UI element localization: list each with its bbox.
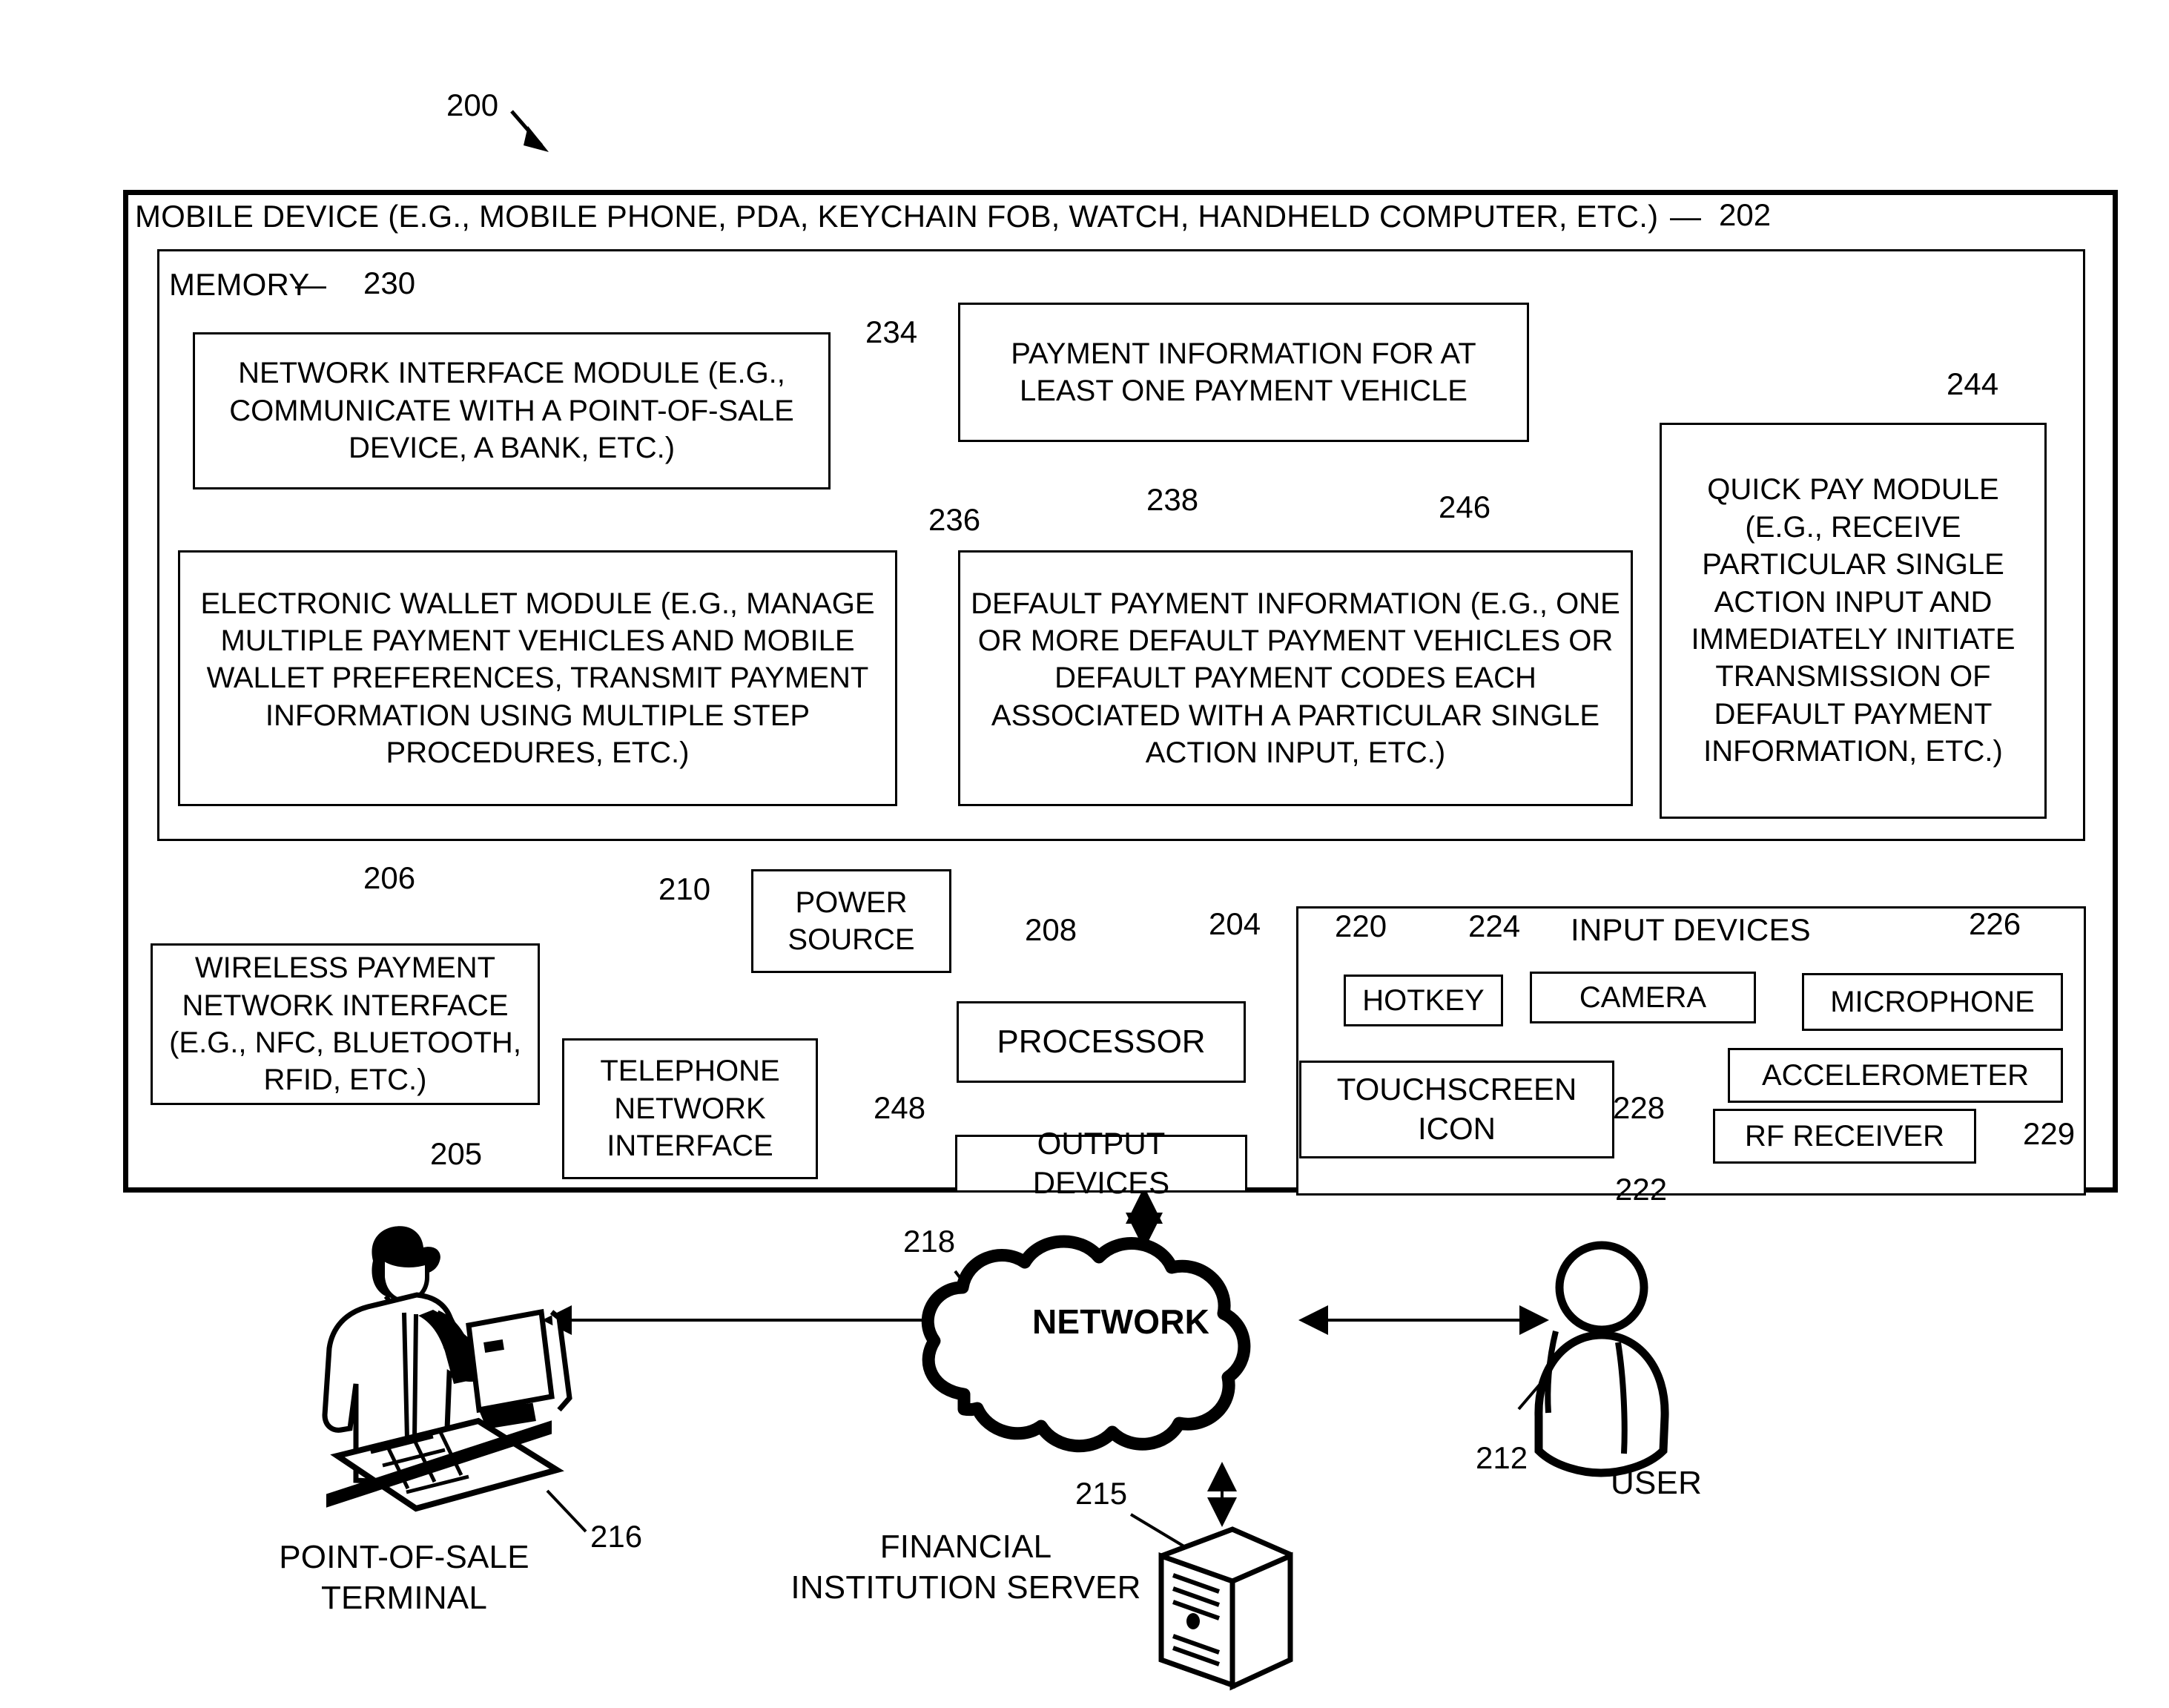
- processor-ref: 208: [1025, 912, 1077, 947]
- point-of-sale-terminal-label: POINT-OF-SALE TERMINAL: [279, 1539, 529, 1616]
- hotkey-ref: 220: [1335, 909, 1387, 943]
- microphone-label: MICROPHONE: [1830, 985, 2035, 1018]
- power-source-ref: 210: [658, 871, 711, 906]
- power-source-box: POWER SOURCE: [751, 869, 951, 973]
- telephone-network-interface-text: TELEPHONE NETWORK INTERFACE: [600, 1055, 780, 1163]
- network-label: NETWORK: [1032, 1302, 1210, 1341]
- input-devices-ref: 204: [1209, 906, 1261, 941]
- patent-figure-200: 200 MOBILE DEVICE (E.G., MOBILE PHONE, P…: [0, 0, 2169, 1708]
- mobile-device-ref: 202: [1719, 197, 1772, 232]
- point-of-sale-terminal-ref: 216: [590, 1519, 643, 1554]
- financial-institution-server-label: FINANCIAL INSTITUTION SERVER: [790, 1529, 1141, 1606]
- financial-institution-server-ref: 215: [1075, 1476, 1128, 1511]
- accelerometer-ref: 228: [1613, 1090, 1665, 1125]
- output-devices-box: OUTPUT DEVICES: [955, 1126, 1247, 1200]
- output-devices-ref: 248: [874, 1090, 926, 1125]
- network-interface-module-box: NETWORK INTERFACE MODULE (E.G., COMMUNIC…: [193, 332, 831, 489]
- network-interface-module-ref: 234: [865, 314, 918, 349]
- rf-receiver-ref: 229: [2023, 1116, 2076, 1151]
- electronic-wallet-module-text: ELECTRONIC WALLET MODULE (E.G., MANAGE M…: [200, 587, 875, 770]
- processor-text: PROCESSOR: [997, 1023, 1206, 1061]
- microphone-ref: 226: [1969, 906, 2021, 941]
- rf-receiver-label: RF RECEIVER: [1745, 1119, 1944, 1153]
- default-payment-information-box: DEFAULT PAYMENT INFORMATION (E.G., ONE O…: [958, 550, 1633, 806]
- wireless-payment-network-interface-ref: 206: [363, 860, 416, 895]
- camera-box: CAMERA: [1530, 972, 1756, 1023]
- camera-ref: 224: [1468, 909, 1521, 943]
- quick-pay-module-text: QUICK PAY MODULE (E.G., RECEIVE PARTICUL…: [1691, 473, 2016, 768]
- user-label: USER: [1611, 1465, 1703, 1501]
- microphone-box: MICROPHONE: [1802, 973, 2063, 1031]
- quick-pay-module-box: QUICK PAY MODULE (E.G., RECEIVE PARTICUL…: [1660, 423, 2047, 819]
- network-interface-module-text: NETWORK INTERFACE MODULE (E.G., COMMUNIC…: [229, 357, 794, 465]
- touchscreen-icon-label: TOUCHSCREEN ICON: [1336, 1072, 1577, 1146]
- accelerometer-box: ACCELEROMETER: [1728, 1048, 2063, 1103]
- memory-ref: 230: [363, 266, 416, 300]
- wireless-payment-network-interface-text: WIRELESS PAYMENT NETWORK INTERFACE (E.G.…: [169, 952, 521, 1097]
- output-devices-text: OUTPUT DEVICES: [1032, 1126, 1170, 1200]
- hotkey-box: HOTKEY: [1344, 975, 1503, 1026]
- financial-institution-server-pictogram: [1158, 1526, 1293, 1691]
- processor-box: PROCESSOR: [957, 1001, 1246, 1083]
- mobile-device-title: MOBILE DEVICE (E.G., MOBILE PHONE, PDA, …: [135, 199, 1659, 234]
- point-of-sale-terminal-pictogram: [322, 1226, 572, 1512]
- default-payment-information-ref: 246: [1439, 489, 1491, 524]
- input-devices-title: INPUT DEVICES: [1571, 912, 1811, 947]
- electronic-wallet-module-box: ELECTRONIC WALLET MODULE (E.G., MANAGE M…: [178, 550, 897, 806]
- payment-information-text: PAYMENT INFORMATION FOR AT LEAST ONE PAY…: [1011, 337, 1476, 407]
- mobile-device-dash: —: [1670, 199, 1702, 234]
- memory-title: MEMORY: [169, 267, 310, 302]
- power-source-text: POWER SOURCE: [788, 886, 915, 956]
- user-pictogram: [1534, 1241, 1669, 1477]
- user-ref: 212: [1476, 1440, 1528, 1475]
- electronic-wallet-module-ref: 236: [928, 502, 981, 537]
- accelerometer-label: ACCELEROMETER: [1761, 1058, 2030, 1092]
- network-ref: 218: [903, 1224, 956, 1259]
- wireless-payment-network-interface-box: WIRELESS PAYMENT NETWORK INTERFACE (E.G.…: [151, 943, 540, 1105]
- rf-receiver-box: RF RECEIVER: [1713, 1109, 1976, 1164]
- payment-information-box: PAYMENT INFORMATION FOR AT LEAST ONE PAY…: [958, 303, 1529, 442]
- touchscreen-icon-ref: 222: [1615, 1172, 1668, 1207]
- telephone-network-interface-box: TELEPHONE NETWORK INTERFACE: [562, 1038, 818, 1179]
- figure-number: 200: [446, 88, 499, 122]
- touchscreen-icon-box: TOUCHSCREEN ICON: [1299, 1061, 1614, 1158]
- memory-dash: —: [295, 267, 327, 302]
- network-cloud-shape: [921, 1235, 1251, 1453]
- hotkey-label: HOTKEY: [1362, 983, 1485, 1017]
- quick-pay-module-ref: 244: [1947, 366, 1999, 401]
- camera-label: CAMERA: [1579, 980, 1707, 1014]
- default-payment-information-text: DEFAULT PAYMENT INFORMATION (E.G., ONE O…: [971, 587, 1620, 770]
- payment-information-ref: 238: [1146, 482, 1199, 517]
- telephone-network-interface-ref: 205: [430, 1136, 483, 1171]
